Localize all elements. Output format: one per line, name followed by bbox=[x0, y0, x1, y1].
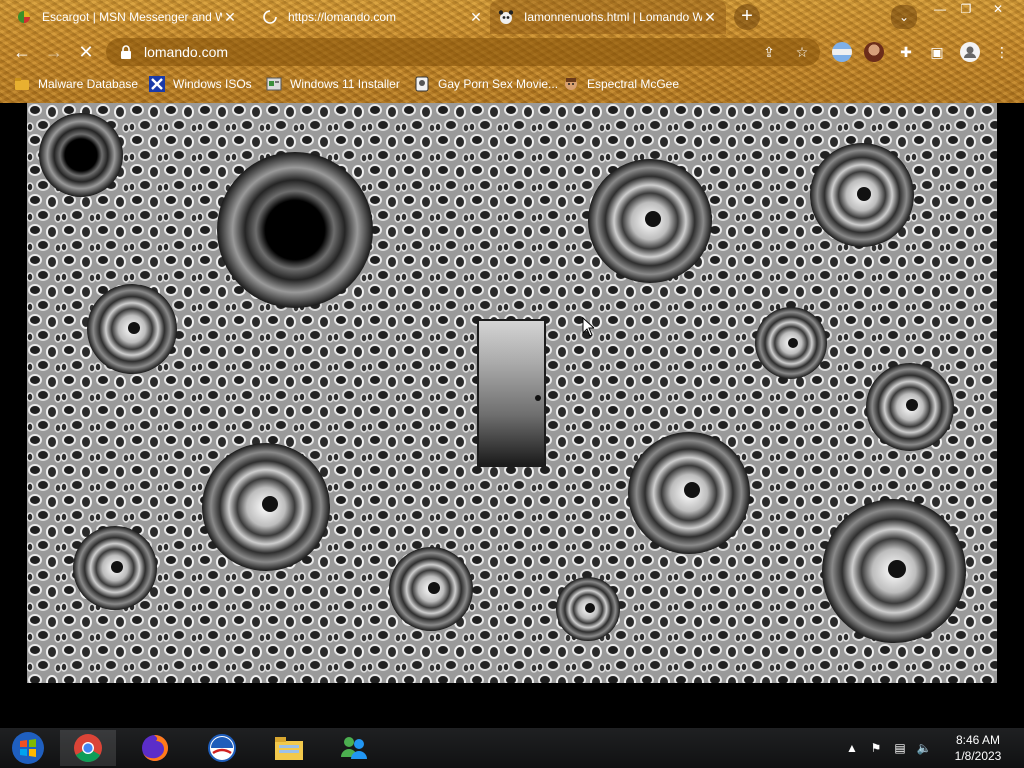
extension-flag-icon[interactable] bbox=[832, 42, 852, 62]
tab-lomando[interactable]: https://lomando.com ✕ bbox=[254, 0, 492, 34]
chrome-icon bbox=[74, 734, 102, 762]
network-icon[interactable]: ▤ bbox=[892, 740, 908, 756]
eye-hole-small bbox=[39, 113, 123, 197]
system-clock[interactable]: 8:46 AM 1/8/2023 bbox=[946, 732, 1010, 764]
loading-spinner-icon bbox=[262, 9, 278, 25]
toolbar: ← → ✕ lomando.com ⇪ ☆ ✚ ▣ ⋮ bbox=[0, 34, 1024, 70]
close-icon[interactable]: ✕ bbox=[468, 9, 484, 25]
close-icon[interactable]: ✕ bbox=[702, 9, 718, 25]
bookmark-windows-isos[interactable]: Windows ISOs bbox=[149, 75, 252, 93]
tab-search-button[interactable]: ⌄ bbox=[891, 5, 917, 29]
eyeball bbox=[202, 443, 330, 571]
new-tab-button[interactable]: + bbox=[734, 4, 760, 30]
eyeball bbox=[822, 499, 966, 643]
eyeball bbox=[866, 363, 954, 451]
page-viewport bbox=[0, 103, 1024, 728]
url-text: lomando.com bbox=[144, 44, 229, 60]
back-button[interactable]: ← bbox=[10, 40, 34, 64]
eyeball bbox=[810, 143, 914, 247]
eyeball bbox=[556, 577, 620, 641]
escargot-icon bbox=[16, 9, 32, 25]
show-hidden-icons-chevron-icon[interactable]: ▲ bbox=[844, 740, 860, 756]
tab-title: https://lomando.com bbox=[288, 10, 397, 24]
extensions-puzzle-icon[interactable]: ✚ bbox=[898, 44, 914, 60]
bookmark-label: Windows 11 Installer bbox=[290, 77, 400, 91]
tab-strip: Escargot | MSN Messenger and W ✕ https:/… bbox=[0, 0, 1024, 34]
bookmark-malware-database[interactable]: Malware Database bbox=[14, 75, 138, 93]
tab-iamonnenuohs[interactable]: Iamonnenuohs.html | Lomando Wi ✕ bbox=[490, 0, 726, 34]
share-icon[interactable]: ⇪ bbox=[761, 44, 777, 60]
stop-loading-button[interactable]: ✕ bbox=[74, 40, 98, 64]
lock-icon bbox=[120, 45, 132, 59]
bookmark-movie-site[interactable]: Gay Porn Sex Movie... bbox=[414, 75, 558, 93]
restore-button[interactable]: ❐ bbox=[952, 0, 980, 18]
window-close-button[interactable]: ✕ bbox=[984, 0, 1012, 18]
bookmark-label: Gay Porn Sex Movie... bbox=[438, 77, 559, 91]
messenger-buddies-icon bbox=[341, 737, 367, 759]
bookmark-label: Windows ISOs bbox=[173, 77, 252, 91]
tab-title: Escargot | MSN Messenger and W bbox=[42, 10, 222, 24]
door-knob-icon bbox=[535, 395, 541, 401]
close-icon[interactable]: ✕ bbox=[222, 9, 238, 25]
bookmark-windows-11-installer[interactable]: Windows 11 Installer bbox=[266, 75, 400, 93]
folder-icon bbox=[275, 737, 303, 760]
installer-icon bbox=[266, 77, 282, 91]
bookmark-site-icon bbox=[415, 76, 429, 92]
taskbar-chrome[interactable] bbox=[60, 730, 116, 766]
volume-icon[interactable]: 🔈 bbox=[916, 740, 932, 756]
bookmark-label: Malware Database bbox=[38, 77, 139, 91]
windows-logo-icon bbox=[12, 732, 44, 764]
blue-circle-app-icon bbox=[208, 734, 236, 762]
taskbar-file-explorer[interactable] bbox=[261, 730, 317, 766]
eyeball bbox=[755, 307, 827, 379]
address-bar[interactable]: lomando.com ⇪ ☆ bbox=[106, 38, 820, 66]
eye-hole-large bbox=[217, 152, 373, 308]
action-center-flag-icon[interactable]: ⚑ bbox=[868, 740, 884, 756]
character-icon bbox=[565, 78, 577, 90]
eyeball bbox=[628, 432, 750, 554]
taskbar-msn-messenger[interactable] bbox=[326, 730, 382, 766]
bookmark-espectral-mcgee[interactable]: Espectral McGee bbox=[563, 75, 679, 93]
x-icon bbox=[149, 76, 165, 92]
bookmark-star-icon[interactable]: ☆ bbox=[794, 44, 810, 60]
tab-title: Iamonnenuohs.html | Lomando Wi bbox=[524, 10, 702, 24]
eyeball-texture-artwork bbox=[27, 103, 997, 683]
minimize-button[interactable]: — bbox=[926, 0, 954, 18]
extension-avatar-icon[interactable] bbox=[864, 42, 884, 62]
eyeball bbox=[87, 284, 177, 374]
bookmark-label: Espectral McGee bbox=[587, 77, 680, 91]
eyeball bbox=[73, 526, 157, 610]
clock-time: 8:46 AM bbox=[955, 733, 1001, 747]
bookmarks-bar: Malware Database Windows ISOs Windows 11… bbox=[0, 70, 1024, 99]
firefox-icon bbox=[142, 735, 168, 761]
tab-escargot[interactable]: Escargot | MSN Messenger and W ✕ bbox=[8, 0, 246, 34]
taskbar-firefox[interactable] bbox=[127, 730, 183, 766]
eyeball bbox=[389, 547, 473, 631]
menu-kebab-icon[interactable]: ⋮ bbox=[994, 44, 1010, 60]
side-panel-icon[interactable]: ▣ bbox=[929, 44, 945, 60]
clock-date: 1/8/2023 bbox=[954, 749, 1002, 763]
taskbar: ▲ ⚑ ▤ 🔈 8:46 AM 1/8/2023 bbox=[0, 728, 1024, 768]
panda-icon bbox=[498, 9, 514, 25]
mouse-cursor-icon bbox=[582, 317, 594, 337]
forward-button[interactable]: → bbox=[42, 40, 66, 64]
taskbar-app-circle[interactable] bbox=[194, 730, 250, 766]
start-button[interactable] bbox=[0, 730, 56, 766]
door-link[interactable] bbox=[479, 321, 544, 465]
profile-icon[interactable] bbox=[960, 42, 980, 62]
eyeball bbox=[588, 159, 712, 283]
browser-chrome: Escargot | MSN Messenger and W ✕ https:/… bbox=[0, 0, 1024, 103]
malware-folder-icon bbox=[15, 78, 29, 90]
